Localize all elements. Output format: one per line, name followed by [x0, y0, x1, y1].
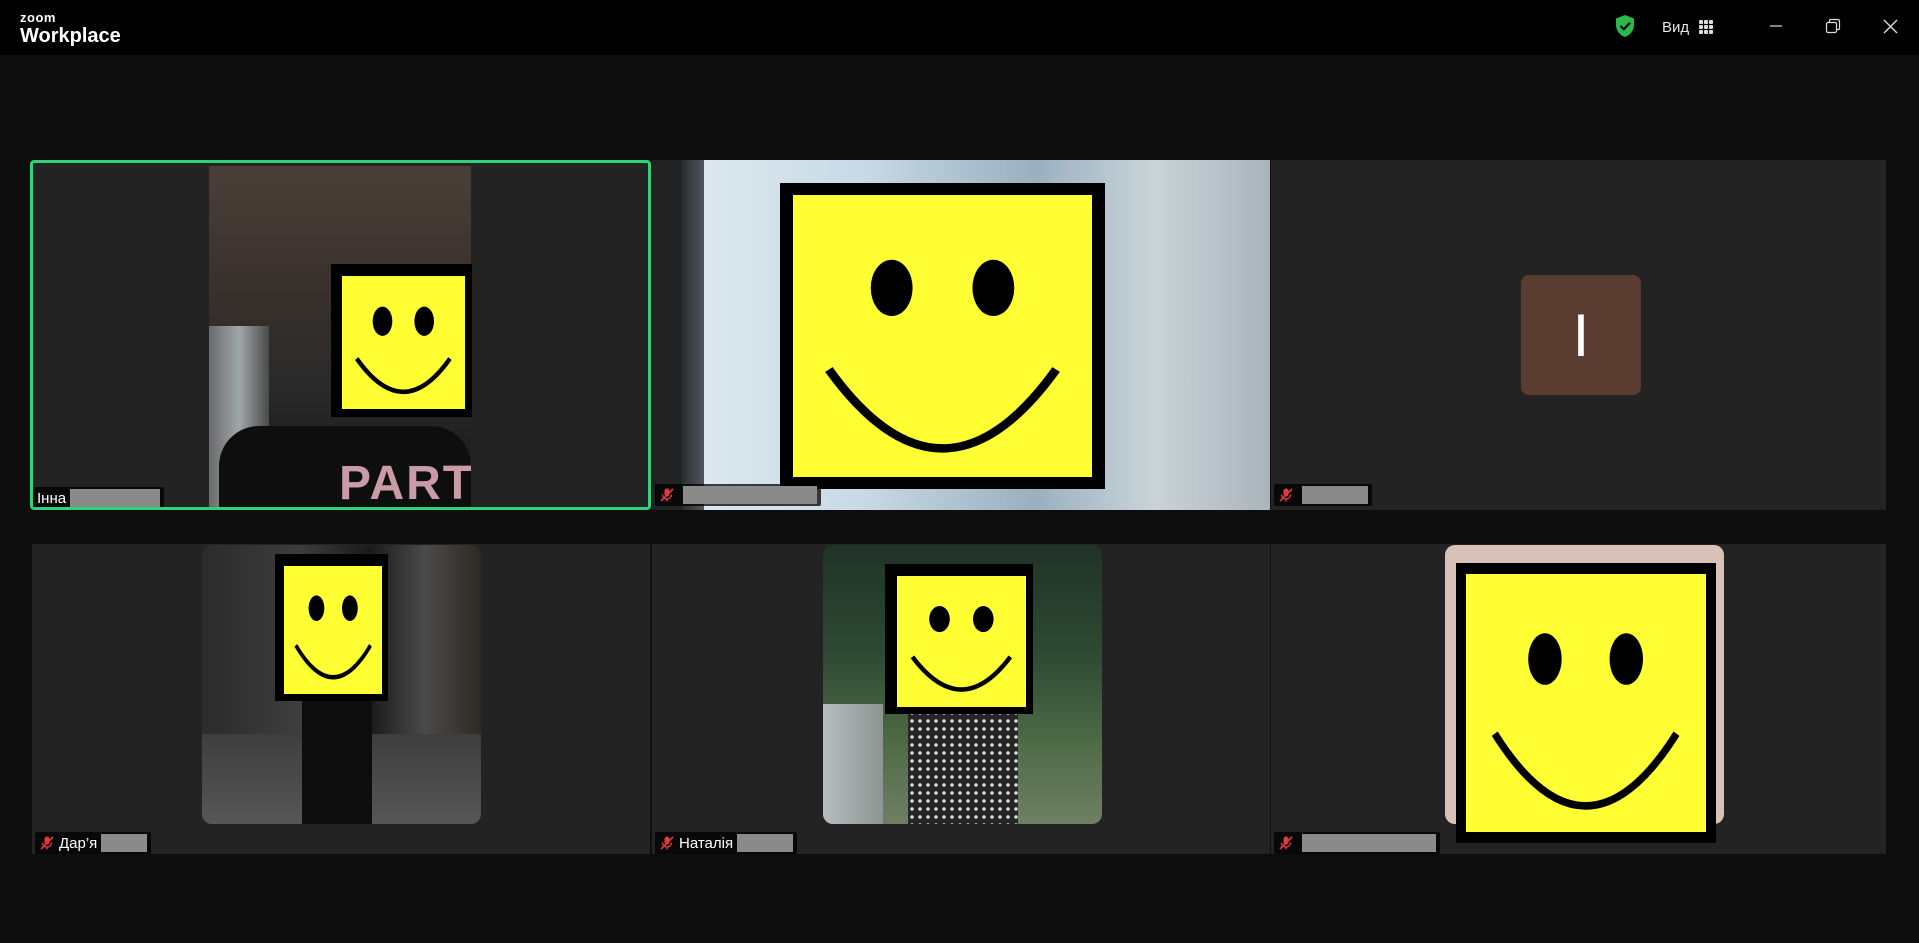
participant-name-tag — [655, 484, 821, 506]
participant-tile[interactable]: Наталія — [652, 544, 1270, 854]
smiley-mask — [1456, 563, 1716, 843]
participant-name-tag — [1274, 832, 1440, 854]
smiley-mask — [885, 564, 1033, 714]
mic-muted-icon — [660, 488, 674, 502]
redacted-surname — [101, 834, 148, 852]
participant-tile[interactable] — [1271, 544, 1886, 854]
restore-button[interactable] — [1813, 10, 1853, 42]
participant-name-tag: Дар’я — [35, 832, 152, 854]
mic-muted-icon — [1279, 488, 1293, 502]
participant-tile[interactable]: PART Інна — [30, 160, 651, 510]
restore-icon — [1825, 18, 1841, 34]
grid-icon — [1699, 20, 1714, 34]
participant-avatar: I — [1521, 275, 1641, 395]
redacted-surname — [70, 489, 161, 507]
participant-tile[interactable] — [652, 160, 1270, 510]
close-icon — [1883, 19, 1897, 33]
minimize-icon — [1770, 25, 1782, 27]
redacted-surname — [737, 834, 794, 852]
smiley-mask — [331, 264, 472, 417]
brand-big: Workplace — [20, 25, 121, 47]
shield-check-icon[interactable] — [1614, 14, 1636, 38]
participant-tile[interactable]: Дар’я — [32, 544, 650, 854]
participant-name: Наталія — [679, 834, 734, 852]
mic-muted-icon — [660, 836, 674, 850]
participant-name-tag: Наталія — [655, 832, 798, 854]
view-label: Вид — [1662, 18, 1690, 36]
mic-muted-icon — [1279, 836, 1293, 850]
redacted-name — [683, 486, 817, 504]
smiley-mask — [275, 554, 388, 701]
participant-name-tag — [1274, 484, 1372, 506]
participant-name-tag: Інна — [33, 487, 165, 507]
minimize-button[interactable] — [1756, 10, 1796, 42]
close-button[interactable] — [1870, 10, 1910, 42]
mic-muted-icon — [40, 836, 54, 850]
redacted-name — [1302, 834, 1436, 852]
redacted-name — [1302, 486, 1368, 504]
app-logo: zoom Workplace — [20, 11, 121, 46]
view-button[interactable]: Вид — [1662, 15, 1714, 39]
participant-name: Інна — [37, 489, 67, 507]
smiley-mask — [780, 183, 1105, 489]
title-bar: zoom Workplace Вид — [0, 0, 1919, 55]
participant-name: Дар’я — [59, 834, 98, 852]
brand-small: zoom — [20, 10, 56, 25]
